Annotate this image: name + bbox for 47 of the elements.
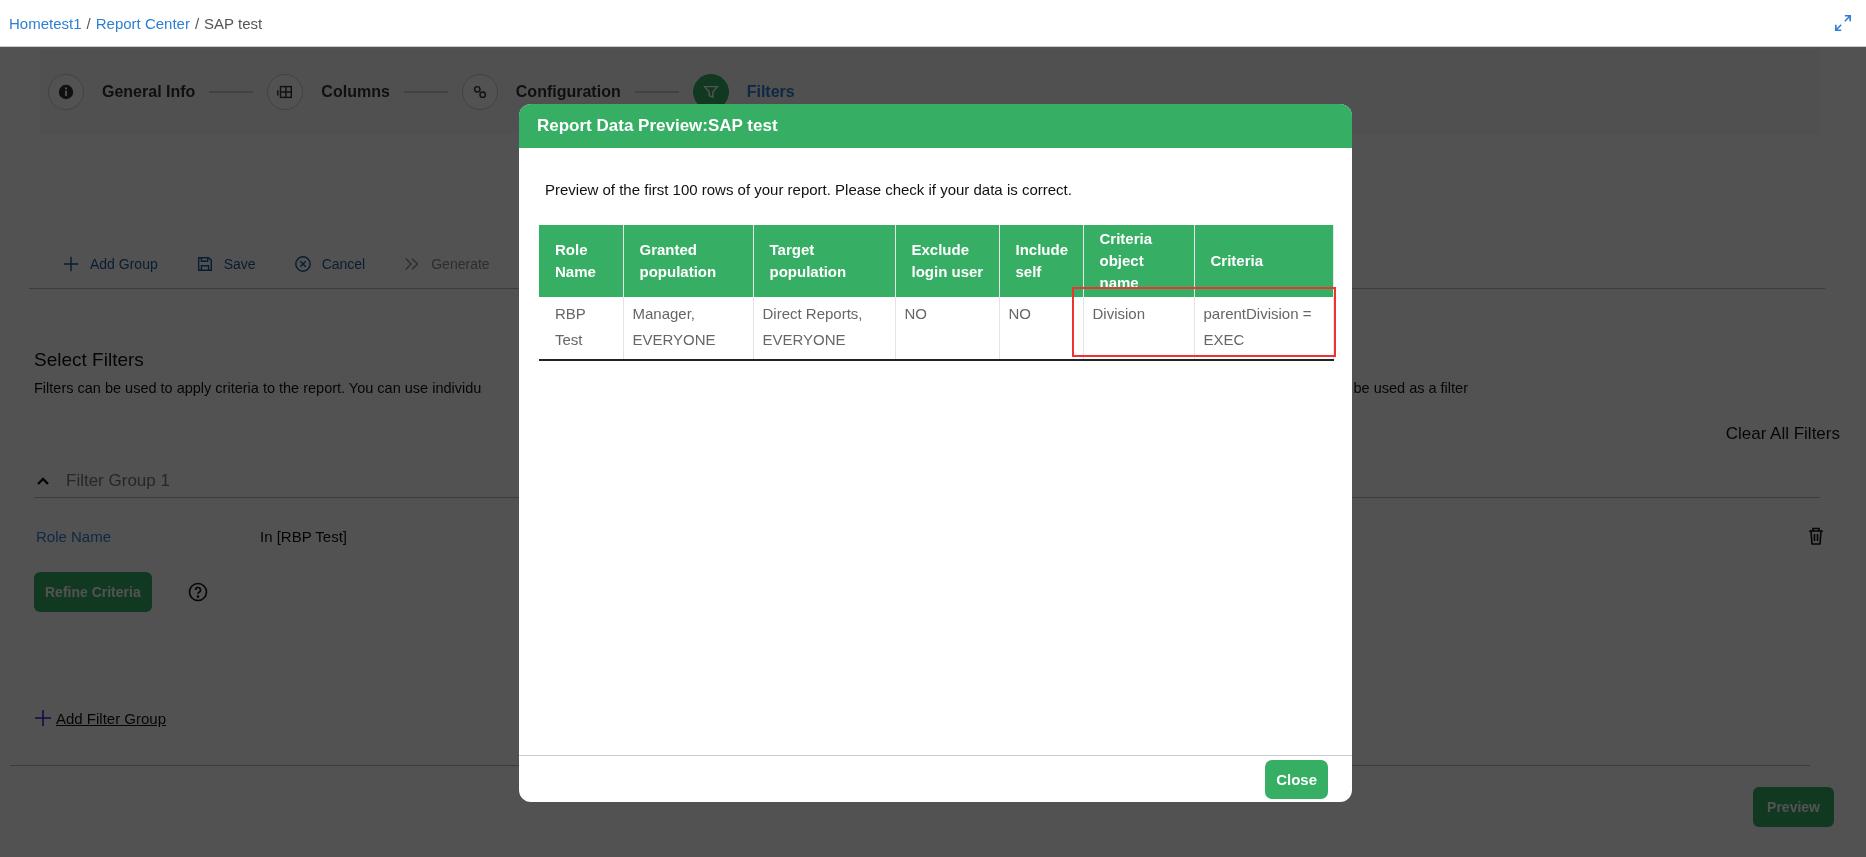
dialog-title: Report Data Preview:SAP test [537,116,778,136]
trash-icon[interactable] [1808,527,1824,545]
intro-text: Preview of the first 100 rows of your report. Please check if your data is correct. [545,181,1073,198]
toolbar-button[interactable]: Cancel [293,255,366,273]
table-cell: NO [895,297,999,360]
table-cell: NO [999,297,1083,360]
fullscreen-icon[interactable] [1834,14,1852,32]
breadcrumb-current: SAP test [204,14,263,32]
close-button[interactable]: Close [1265,759,1328,799]
plus-icon [34,709,52,727]
filter-value: In [RBP Test] [260,527,348,545]
grid-icon [276,83,295,101]
cancel-icon [293,255,312,273]
table-cell: Division [1083,297,1194,360]
column-header: Include self [999,225,1083,297]
breadcrumb-separator: / [86,14,91,32]
section-title: Select Filters [34,349,145,371]
chevron-up-icon[interactable] [36,476,50,486]
column-header: Granted population [623,225,753,297]
preview-button[interactable]: Preview [1753,787,1834,827]
toolbar-button[interactable]: Save [195,255,256,273]
breadcrumb-link[interactable]: Report Center [95,14,190,32]
toolbar-button[interactable]: Add Group [62,255,158,273]
column-header: Role Name [539,225,623,297]
add-filter-group-link[interactable]: Add Filter Group [34,709,167,727]
table-cell: parentDivision = EXEC [1194,297,1333,360]
help-icon[interactable] [187,582,208,602]
column-header: Exclude login user [895,225,999,297]
clear-all-filters-link[interactable]: Clear All Filters [1725,424,1840,444]
column-header: Criteria [1194,225,1333,297]
breadcrumb-separator: / [194,14,200,32]
wizard-step[interactable]: Configuration [461,74,621,110]
filter-field-link[interactable]: Role Name [34,527,260,545]
wizard-step[interactable]: Columns [267,74,390,110]
column-header: Target population [753,225,895,297]
breadcrumb-link[interactable]: Hometest1 [9,14,82,32]
table-cell: Manager, EVERYONE [623,297,753,360]
wizard-step[interactable]: General Info [48,74,196,110]
info-icon [57,83,75,101]
description-text: Filters can be used to apply criteria to the report. You can use individu [34,380,482,396]
description-text: be used as a filter [1353,380,1468,396]
table-cell: Direct Reports, EVERYONE [753,297,895,360]
filter-icon [701,83,720,101]
table-cell: RBP Test [539,297,623,360]
plus-icon [62,255,80,273]
save-icon [195,255,214,273]
refine-criteria-button[interactable]: Refine Criteria [34,572,152,612]
